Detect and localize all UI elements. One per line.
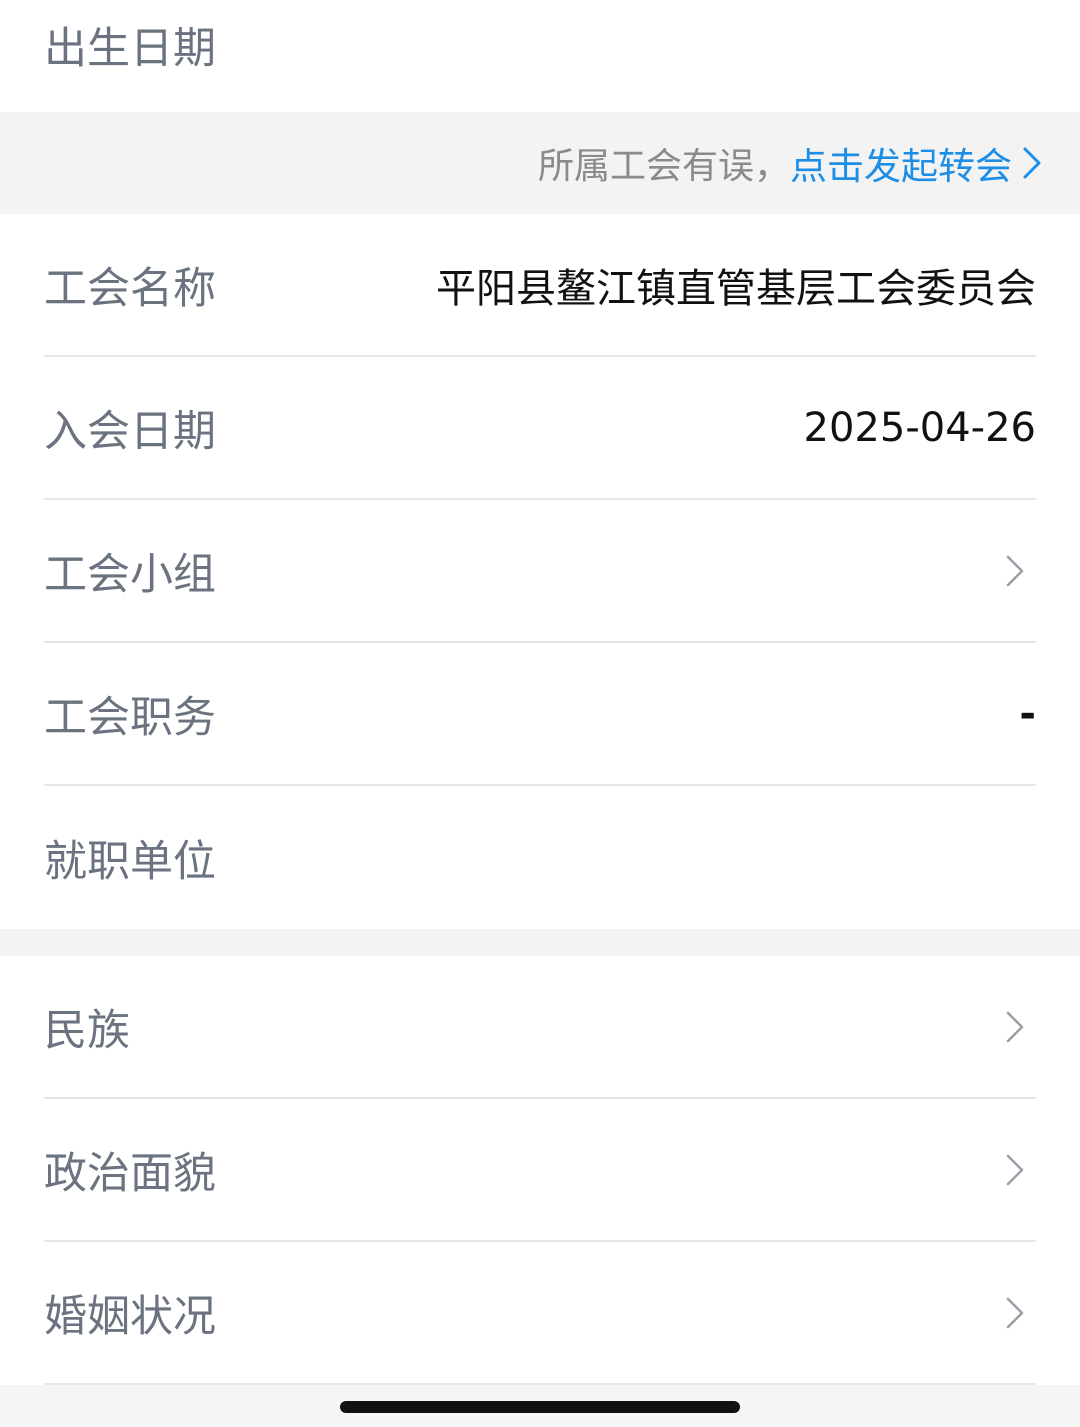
union-post-label: 工会职务 xyxy=(44,692,216,743)
political-status-label: 政治面貌 xyxy=(44,1148,216,1199)
chevron-right-icon xyxy=(1006,1011,1024,1042)
chevron-right-icon xyxy=(1023,147,1041,179)
home-indicator[interactable] xyxy=(340,1401,740,1413)
row-union-name: 工会名称 平阳县鳌江镇直管基层工会委员会 xyxy=(44,214,1036,357)
chevron-right-icon xyxy=(1006,1154,1024,1185)
transfer-union-link[interactable]: 点击发起转会 xyxy=(790,136,1042,190)
marital-status-label: 婚姻状况 xyxy=(44,1291,216,1342)
transfer-union-band: 所属工会有误， 点击发起转会 xyxy=(0,112,1080,214)
transfer-union-link-text: 点击发起转会 xyxy=(790,145,1012,188)
row-political-status[interactable]: 政治面貌 xyxy=(44,1099,1036,1242)
profile-page: 出生日期 所属工会有误， 点击发起转会 工会名称 平阳县鳌江镇直管基层工会委员会… xyxy=(0,0,1080,1427)
row-birth-date[interactable]: 出生日期 xyxy=(44,0,1036,112)
row-marital-status[interactable]: 婚姻状况 xyxy=(44,1242,1036,1385)
chevron-right-icon xyxy=(1006,1297,1024,1328)
union-name-label: 工会名称 xyxy=(44,263,216,314)
employer-label: 就职单位 xyxy=(44,836,216,887)
section-gap xyxy=(0,929,1080,956)
union-group-label: 工会小组 xyxy=(44,549,216,600)
birth-date-label: 出生日期 xyxy=(44,24,216,74)
transfer-hint-text: 所属工会有误， xyxy=(537,146,790,187)
join-date-value: 2025-04-26 xyxy=(803,404,1036,451)
ethnicity-label: 民族 xyxy=(44,1005,130,1056)
chevron-right-icon xyxy=(1006,555,1024,586)
row-union-group[interactable]: 工会小组 xyxy=(44,500,1036,643)
row-employer[interactable]: 就职单位 xyxy=(44,786,1036,929)
union-post-value: - xyxy=(1019,690,1036,737)
row-join-date: 入会日期 2025-04-26 xyxy=(44,357,1036,500)
row-union-post: 工会职务 - xyxy=(44,643,1036,786)
join-date-label: 入会日期 xyxy=(44,406,216,457)
row-ethnicity[interactable]: 民族 xyxy=(44,956,1036,1099)
union-name-value: 平阳县鳌江镇直管基层工会委员会 xyxy=(436,265,1036,312)
